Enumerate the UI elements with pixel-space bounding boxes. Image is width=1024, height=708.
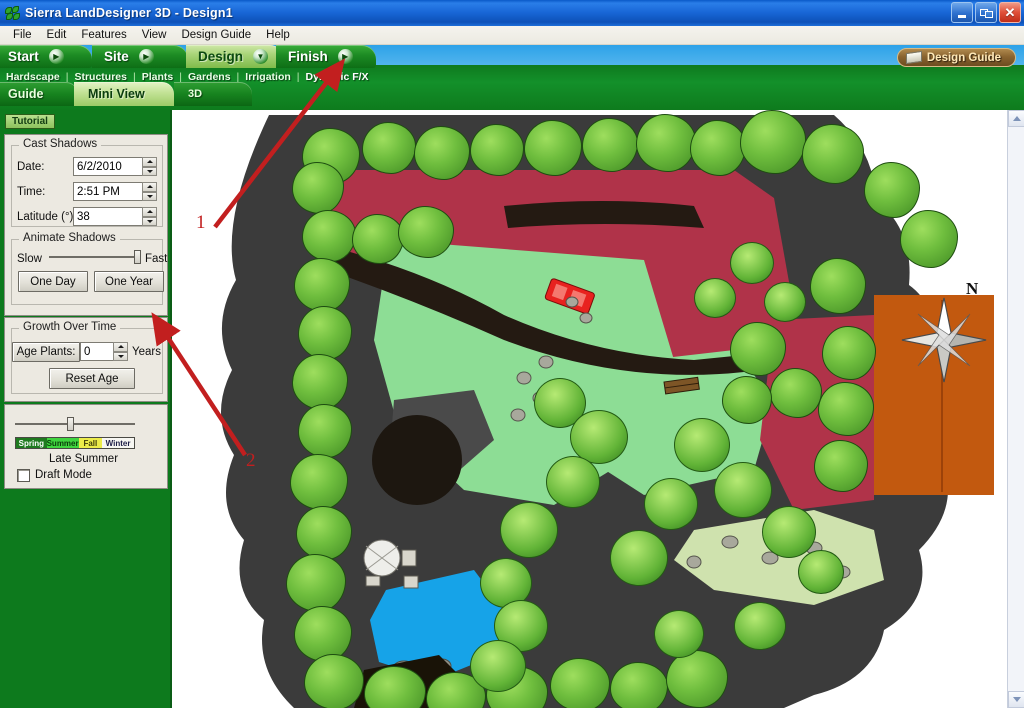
application-window: Sierra LandDesigner 3D - Design1 ✕ File …: [0, 0, 1024, 708]
annotation-arrow-1: [213, 58, 346, 229]
annotation-number-2: 2: [246, 450, 256, 471]
annotation-arrow-2: [151, 312, 247, 457]
annotation-arrows: [151, 58, 346, 457]
annotation-number-1: 1: [196, 212, 206, 233]
